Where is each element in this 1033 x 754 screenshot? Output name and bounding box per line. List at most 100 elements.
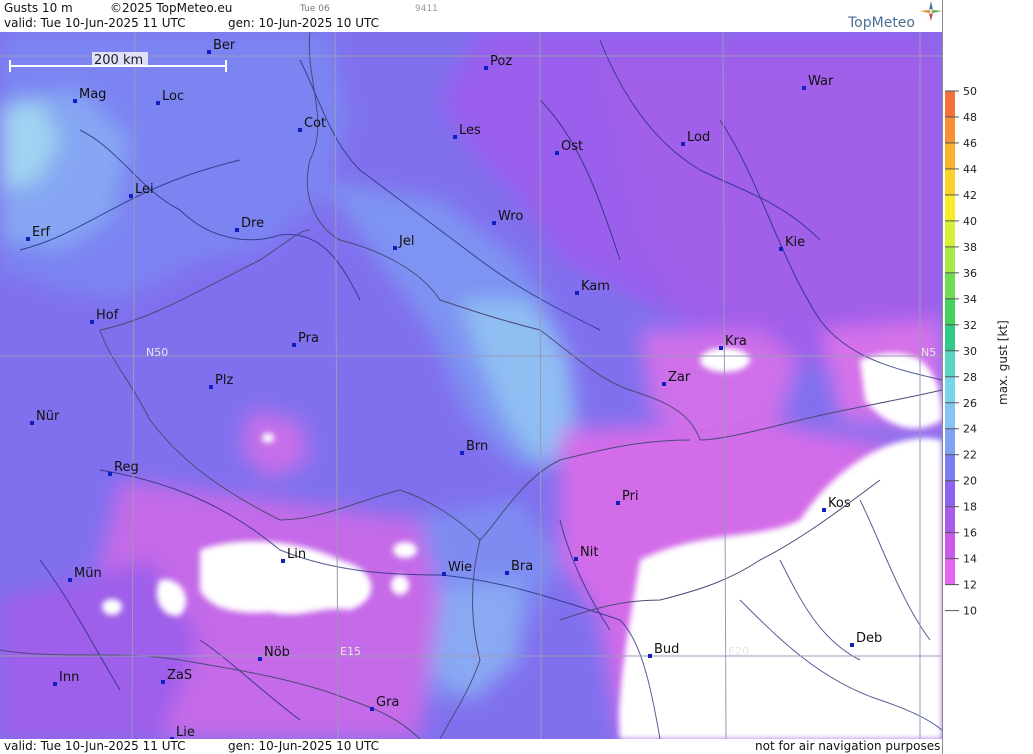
footer-valid-time: valid: Tue 10-Jun-2025 11 UTC	[4, 739, 186, 753]
city-marker-ber	[207, 50, 211, 54]
city-marker-kos	[822, 508, 826, 512]
legend-tick-label: 36	[963, 267, 977, 280]
city-label-nür: Nür	[36, 409, 60, 424]
legend-swatch	[945, 91, 955, 117]
legend-tick-label: 20	[963, 475, 977, 488]
legend-swatch	[945, 298, 955, 325]
legend-swatch	[945, 558, 955, 585]
city-marker-deb	[850, 643, 854, 647]
legend-swatch	[945, 168, 955, 195]
legend-tick-label: 32	[963, 319, 977, 332]
city-marker-mag	[73, 99, 77, 103]
city-marker-reg	[108, 472, 112, 476]
legend-swatch	[945, 116, 955, 143]
map-code: 9411	[415, 4, 438, 14]
legend-tick-label: 22	[963, 449, 977, 462]
legend-swatch	[945, 428, 955, 455]
legend-swatch	[945, 532, 955, 559]
city-label-kos: Kos	[828, 496, 851, 511]
city-label-zar: Zar	[668, 370, 691, 385]
city-marker-mün	[68, 578, 72, 582]
city-label-lie: Lie	[176, 725, 195, 739]
legend-swatch	[945, 350, 955, 377]
legend-swatch	[945, 194, 955, 221]
legend-tick-label: 10	[963, 605, 977, 618]
legend-tick-label: 44	[963, 163, 977, 176]
city-label-les: Les	[459, 123, 481, 138]
legend-swatch	[945, 272, 955, 299]
legend-tick-label: 50	[963, 85, 977, 98]
city-label-poz: Poz	[490, 54, 512, 69]
grid-label-n50: N50	[146, 346, 168, 359]
city-marker-erf	[26, 237, 30, 241]
legend-tick-label: 30	[963, 345, 977, 358]
map-title: Gusts 10 m	[4, 1, 73, 15]
city-label-inn: Inn	[59, 670, 79, 685]
grid-label-n50-right: N5	[921, 346, 936, 359]
valid-time: valid: Tue 10-Jun-2025 11 UTC	[4, 16, 186, 30]
city-marker-loc	[156, 101, 160, 105]
city-label-pra: Pra	[298, 331, 319, 346]
city-label-gra: Gra	[376, 695, 399, 710]
city-label-kam: Kam	[581, 279, 610, 294]
city-label-reg: Reg	[114, 460, 139, 475]
city-label-pri: Pri	[622, 489, 639, 504]
city-marker-zar	[662, 382, 666, 386]
city-label-wro: Wro	[498, 209, 523, 224]
city-marker-hof	[90, 320, 94, 324]
city-marker-kie	[779, 247, 783, 251]
legend-colorbar: 50 48 46 44 42 40 38 36 34 32 30 28 26 24 22 20 18 16 14 12…	[945, 85, 977, 618]
city-label-lei: Lei	[135, 182, 154, 197]
city-marker-bra	[505, 571, 509, 575]
map-header: Gusts 10 m ©2025 TopMeteo.eu Tue 06 9411…	[0, 0, 943, 32]
city-marker-les	[453, 135, 457, 139]
generated-time: gen: 10-Jun-2025 10 UTC	[228, 16, 380, 30]
city-label-lod: Lod	[687, 130, 710, 145]
city-label-zas: ZaS	[167, 668, 192, 683]
legend-swatch	[945, 246, 955, 273]
legend-tick-label: 40	[963, 215, 977, 228]
city-marker-gra	[370, 707, 374, 711]
city-marker-brn	[460, 451, 464, 455]
city-label-kie: Kie	[785, 235, 805, 250]
legend-swatch	[945, 480, 955, 507]
city-label-mün: Mün	[74, 566, 102, 581]
city-marker-plz	[209, 385, 213, 389]
legend-tick-label: 18	[963, 501, 977, 514]
scale-label: 200 km	[94, 53, 143, 68]
legend-swatch	[945, 402, 955, 429]
city-marker-kra	[719, 346, 723, 350]
city-marker-ost	[555, 151, 559, 155]
legend-tick-label: 24	[963, 423, 977, 436]
legend-tick-label: 16	[963, 527, 977, 540]
run-hint: Tue 06	[300, 4, 330, 14]
city-label-nit: Nit	[580, 545, 598, 560]
city-marker-wro	[492, 221, 496, 225]
city-marker-zas	[161, 680, 165, 684]
city-marker-lei	[129, 194, 133, 198]
city-label-erf: Erf	[32, 225, 51, 240]
city-label-hof: Hof	[96, 308, 119, 323]
city-label-dre: Dre	[241, 216, 264, 231]
city-marker-wie	[442, 572, 446, 576]
city-label-cot: Cot	[304, 116, 326, 131]
legend-swatch	[945, 584, 955, 611]
legend-swatch	[945, 454, 955, 481]
copyright: ©2025 TopMeteo.eu	[110, 1, 233, 15]
city-label-mag: Mag	[79, 87, 106, 102]
city-label-war: War	[808, 74, 834, 89]
city-label-deb: Deb	[856, 631, 882, 646]
disclaimer: not for air navigation purposes	[755, 739, 941, 753]
compass-icon	[920, 1, 942, 21]
legend-swatch	[945, 324, 955, 351]
gust-map[interactable]: N50 N5 E15 E20 200 km Ber Poz War Mag Loc Cot…	[0, 32, 942, 739]
legend-tick-label: 12	[963, 579, 977, 592]
city-marker-lod	[681, 142, 685, 146]
city-marker-war	[802, 86, 806, 90]
legend-swatch	[945, 376, 955, 403]
city-label-loc: Loc	[162, 89, 184, 104]
legend-swatch	[945, 220, 955, 247]
legend-tick-label: 42	[963, 189, 977, 202]
legend-tick-label: 26	[963, 397, 977, 410]
footer-generated-time: gen: 10-Jun-2025 10 UTC	[228, 739, 380, 753]
